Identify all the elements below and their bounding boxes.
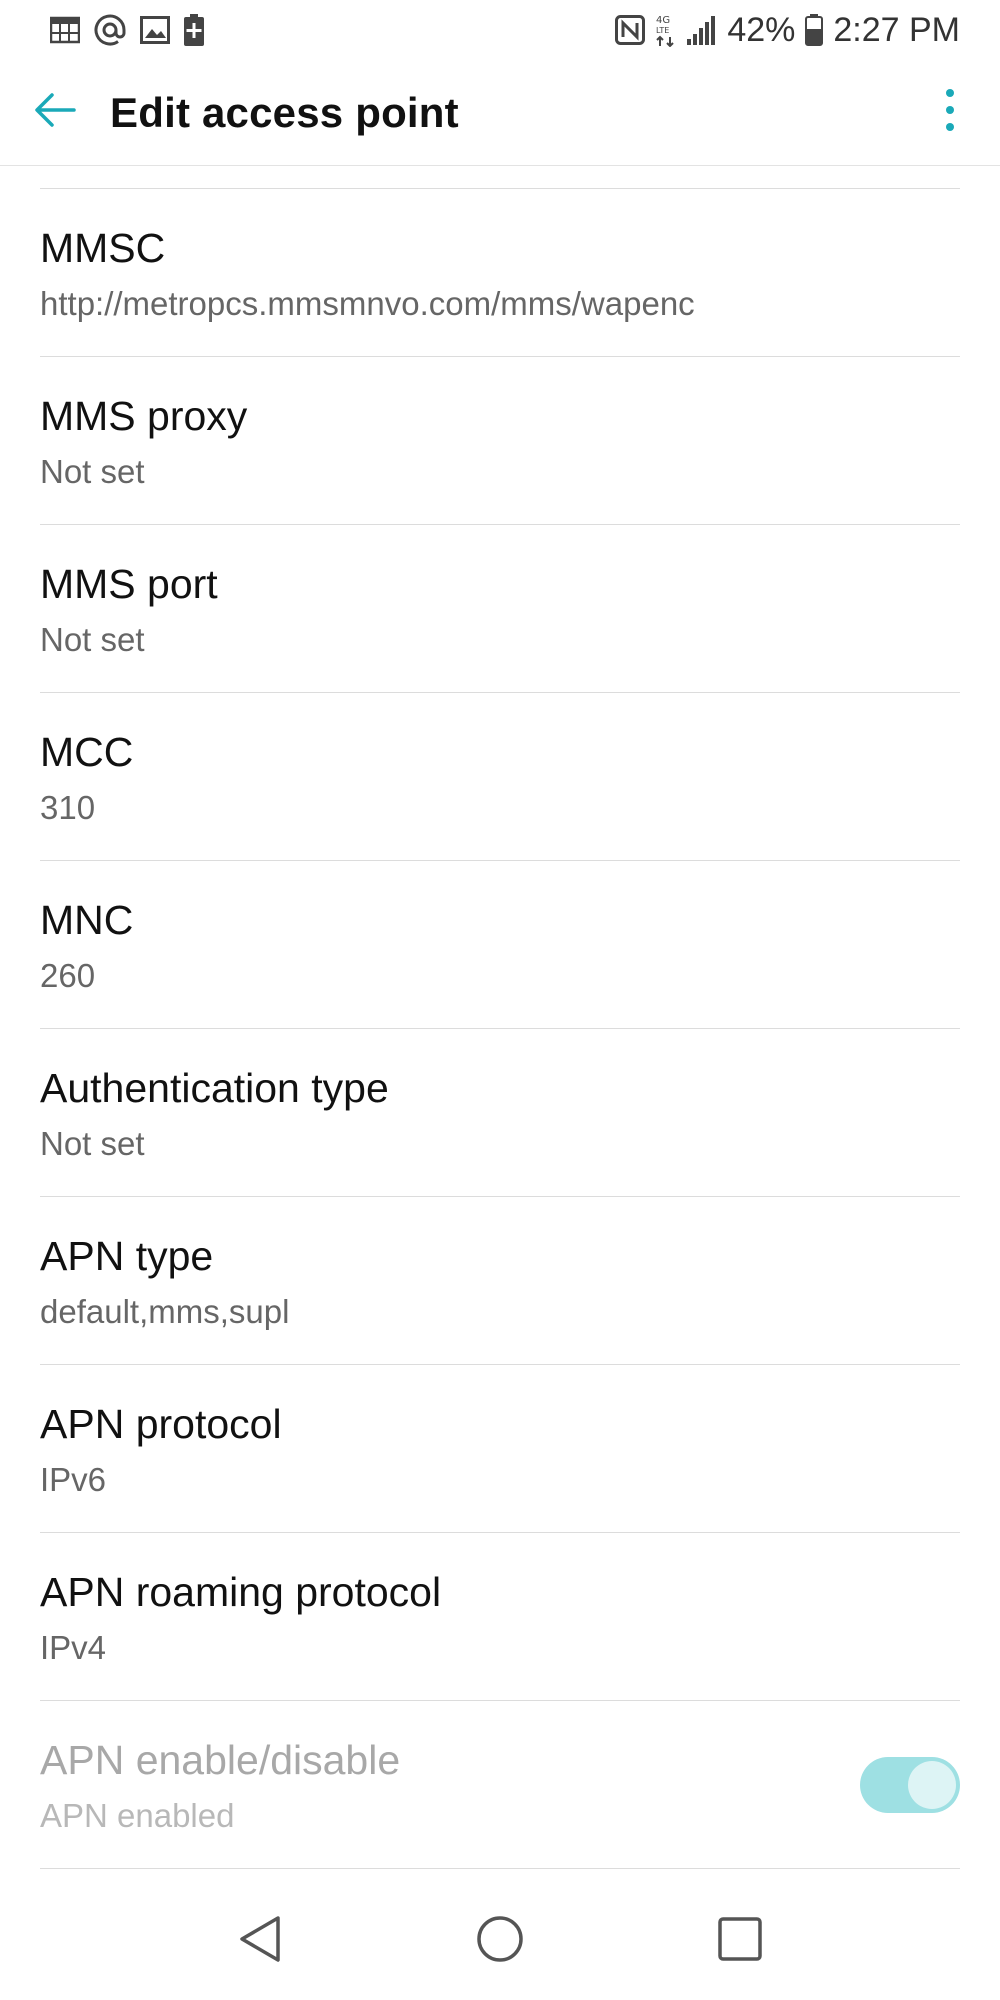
status-left-icons bbox=[50, 14, 204, 46]
setting-apn-roaming-protocol[interactable]: APN roaming protocol IPv4 bbox=[40, 1533, 960, 1701]
at-sign-icon bbox=[94, 14, 126, 46]
setting-mcc[interactable]: MCC 310 bbox=[40, 693, 960, 861]
setting-title: MMS port bbox=[40, 561, 218, 607]
status-bar: 4G LTE 42% 2:27 PM bbox=[0, 0, 1000, 60]
setting-mmsc[interactable]: MMSC http://metropcs.mmsmnvo.com/mms/wap… bbox=[40, 189, 960, 357]
app-bar: Edit access point bbox=[0, 60, 1000, 166]
setting-title: MNC bbox=[40, 897, 134, 943]
nfc-icon bbox=[615, 15, 646, 45]
nav-recents-icon bbox=[717, 1916, 763, 1967]
battery-percent: 42% bbox=[727, 10, 796, 49]
setting-mms-port[interactable]: MMS port Not set bbox=[40, 525, 960, 693]
setting-title: APN type bbox=[40, 1233, 214, 1279]
setting-title: APN roaming protocol bbox=[40, 1569, 442, 1615]
setting-value: 310 bbox=[40, 789, 96, 826]
battery-icon bbox=[805, 14, 824, 46]
setting-title: MMSC bbox=[40, 225, 166, 271]
battery-saver-icon bbox=[184, 14, 204, 46]
page-title: Edit access point bbox=[110, 88, 459, 136]
more-vert-icon bbox=[945, 88, 955, 137]
setting-title: MMS proxy bbox=[40, 393, 248, 439]
lte-data-icon: 4G LTE bbox=[655, 13, 677, 47]
setting-value: Not set bbox=[40, 453, 145, 490]
nav-back-icon bbox=[238, 1915, 282, 1968]
setting-title: APN protocol bbox=[40, 1401, 282, 1447]
setting-value: 260 bbox=[40, 957, 96, 994]
setting-mms-proxy[interactable]: MMS proxy Not set bbox=[40, 357, 960, 525]
setting-title: APN enable/disable bbox=[40, 1737, 401, 1783]
arrow-back-icon bbox=[34, 92, 76, 133]
nav-back-button[interactable] bbox=[215, 1896, 305, 1986]
apn-settings-list: MMSC http://metropcs.mmsmnvo.com/mms/wap… bbox=[0, 166, 1000, 1869]
setting-value: default,mms,supl bbox=[40, 1293, 290, 1330]
setting-authentication-type[interactable]: Authentication type Not set bbox=[40, 1029, 960, 1197]
setting-apn-enable-disable[interactable]: APN enable/disable APN enabled bbox=[40, 1701, 960, 1869]
nav-home-button[interactable] bbox=[455, 1896, 545, 1986]
back-button[interactable] bbox=[0, 60, 110, 166]
setting-value: Not set bbox=[40, 621, 145, 658]
setting-mnc[interactable]: MNC 260 bbox=[40, 861, 960, 1029]
nav-recents-button[interactable] bbox=[695, 1896, 785, 1986]
list-divider bbox=[40, 166, 960, 189]
setting-value: IPv6 bbox=[40, 1461, 107, 1498]
svg-text:4G: 4G bbox=[656, 15, 670, 26]
setting-value: IPv4 bbox=[40, 1629, 107, 1666]
more-options-button[interactable] bbox=[900, 60, 1000, 166]
setting-value: APN enabled bbox=[40, 1797, 235, 1834]
image-icon bbox=[140, 16, 170, 44]
setting-apn-type[interactable]: APN type default,mms,supl bbox=[40, 1197, 960, 1365]
calendar-icon bbox=[50, 16, 80, 44]
nav-home-icon bbox=[476, 1915, 524, 1968]
svg-text:LTE: LTE bbox=[656, 26, 669, 35]
setting-apn-protocol[interactable]: APN protocol IPv6 bbox=[40, 1365, 960, 1533]
setting-title: Authentication type bbox=[40, 1065, 389, 1111]
setting-value: http://metropcs.mmsmnvo.com/mms/wapenc bbox=[40, 285, 695, 322]
toggle-knob bbox=[908, 1761, 956, 1809]
setting-value: Not set bbox=[40, 1125, 145, 1162]
navigation-bar bbox=[0, 1882, 1000, 2000]
apn-enable-toggle[interactable] bbox=[860, 1757, 960, 1813]
status-right-area: 4G LTE 42% 2:27 PM bbox=[615, 11, 960, 50]
clock: 2:27 PM bbox=[833, 10, 960, 49]
signal-icon bbox=[687, 15, 717, 45]
setting-title: MCC bbox=[40, 729, 134, 775]
